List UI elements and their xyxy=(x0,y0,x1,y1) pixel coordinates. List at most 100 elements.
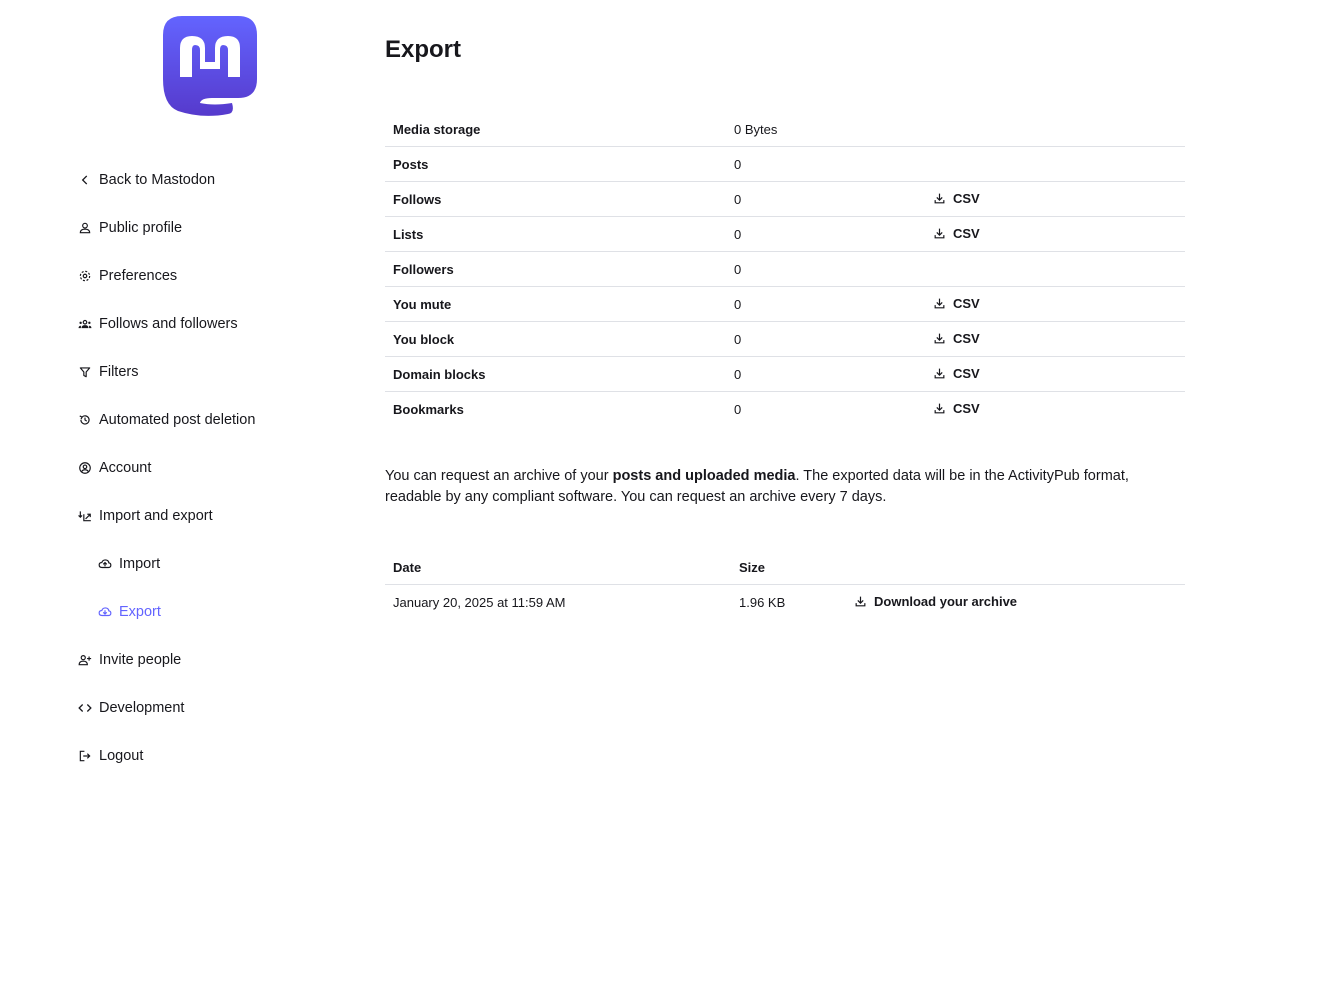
csv-label: CSV xyxy=(953,330,980,346)
archive-row: January 20, 2025 at 11:59 AM 1.96 KB Dow… xyxy=(385,585,1185,620)
nav-import[interactable]: Import xyxy=(96,552,160,576)
download-archive-link[interactable]: Download your archive xyxy=(854,594,1017,609)
csv-label: CSV xyxy=(953,365,980,381)
mastodon-logo[interactable] xyxy=(162,15,258,117)
archive-hint: You can request an archive of your posts… xyxy=(385,466,1185,508)
stats-action-cell xyxy=(925,251,1185,287)
stats-label: Posts xyxy=(385,146,726,182)
csv-label: CSV xyxy=(953,190,980,206)
nav-import-and-export[interactable]: Import and export xyxy=(76,504,213,528)
hint-text-before: You can request an archive of your xyxy=(385,468,613,484)
nav-label: Logout xyxy=(99,748,144,764)
nav-label: Preferences xyxy=(99,268,178,284)
stats-value: 0 xyxy=(726,286,925,322)
stats-label: You block xyxy=(385,321,726,357)
archive-date: January 20, 2025 at 11:59 AM xyxy=(393,594,566,610)
nav-label: Filters xyxy=(99,364,139,380)
csv-label: CSV xyxy=(953,295,980,311)
logout-icon xyxy=(76,747,94,765)
cloud-download-icon xyxy=(96,603,114,621)
nav-label: Public profile xyxy=(99,220,183,236)
csv-label: CSV xyxy=(953,400,980,416)
nav-preferences[interactable]: Preferences xyxy=(76,264,177,288)
nav-label: Development xyxy=(99,700,185,716)
stats-action-cell: CSV xyxy=(925,321,1185,357)
stats-value: 0 xyxy=(726,181,925,217)
stats-label: Media storage xyxy=(385,112,726,147)
nav-logout[interactable]: Logout xyxy=(76,744,143,768)
stats-row: Bookmarks 0 CSV xyxy=(385,392,1185,427)
date-column-header: Date xyxy=(385,550,731,585)
stats-row: You block 0 CSV xyxy=(385,321,1185,357)
stats-row: Follows 0 CSV xyxy=(385,181,1185,217)
export-stats-table: Media storage 0 Bytes Posts 0 Follows 0 CSV Lis… xyxy=(385,112,1185,426)
account-circle-icon xyxy=(76,459,94,477)
page-title: Export xyxy=(385,36,462,63)
nav-filters[interactable]: Filters xyxy=(76,360,138,384)
stats-value: 0 xyxy=(726,251,925,287)
nav-invite-people[interactable]: Invite people xyxy=(76,648,181,672)
stats-row: Posts 0 xyxy=(385,146,1185,182)
stats-label: You mute xyxy=(385,286,726,322)
stats-value: 0 xyxy=(734,401,742,417)
hint-text-bold: posts and uploaded media xyxy=(612,468,796,484)
stats-value: 0 Bytes xyxy=(726,112,925,147)
import-export-icon xyxy=(76,507,94,525)
stats-row: Media storage 0 Bytes xyxy=(385,112,1185,147)
stats-value: 0 xyxy=(726,356,925,392)
nav-label: Invite people xyxy=(99,652,182,668)
nav-automated-post-deletion[interactable]: Automated post deletion xyxy=(76,408,255,432)
download-icon xyxy=(934,193,945,203)
stats-label: Follows xyxy=(385,181,726,217)
stats-action-cell xyxy=(925,146,1185,182)
stats-label: Domain blocks xyxy=(385,356,726,392)
sidebar: Back to Mastodon Public profile Preferen… xyxy=(0,0,380,982)
code-icon xyxy=(76,699,94,717)
stats-value: 0 xyxy=(726,321,925,357)
size-column-header: Size xyxy=(731,550,846,585)
stats-label: Followers xyxy=(385,251,726,287)
nav-export[interactable]: Export xyxy=(96,600,161,624)
stats-value: 0 xyxy=(726,146,925,182)
stats-action-cell: CSV xyxy=(925,216,1185,252)
stats-row: Followers 0 xyxy=(385,251,1185,287)
archive-size: 1.96 KB xyxy=(739,594,786,610)
csv-download-link[interactable]: CSV xyxy=(933,226,980,241)
nav-follows-and-followers[interactable]: Follows and followers xyxy=(76,312,238,336)
nav-account[interactable]: Account xyxy=(76,456,151,480)
nav-public-profile[interactable]: Public profile xyxy=(76,216,182,240)
stats-action-cell xyxy=(925,112,1185,147)
download-icon xyxy=(934,403,945,413)
history-icon xyxy=(76,411,94,429)
csv-download-link[interactable]: CSV xyxy=(933,401,980,416)
stats-row: You mute 0 CSV xyxy=(385,286,1185,322)
csv-download-link[interactable]: CSV xyxy=(933,296,980,311)
download-icon xyxy=(855,596,866,606)
group-icon xyxy=(76,315,94,333)
csv-download-link[interactable]: CSV xyxy=(933,191,980,206)
stats-action-cell: CSV xyxy=(925,286,1185,322)
cloud-upload-icon xyxy=(96,555,114,573)
nav-development[interactable]: Development xyxy=(76,696,184,720)
chevron-left-icon xyxy=(76,171,94,189)
csv-download-link[interactable]: CSV xyxy=(933,331,980,346)
archive-action-cell: Download your archive xyxy=(846,585,1185,620)
person-icon xyxy=(76,219,94,237)
nav-label: Automated post deletion xyxy=(99,412,256,428)
filter-icon xyxy=(76,363,94,381)
stats-action-cell: CSV xyxy=(925,392,1185,427)
stats-action-cell: CSV xyxy=(925,356,1185,392)
archive-table: Date Size January 20, 2025 at 11:59 AM 1… xyxy=(385,550,1185,619)
stats-row: Lists 0 CSV xyxy=(385,216,1185,252)
archive-header-row: Date Size xyxy=(385,550,1185,585)
download-icon xyxy=(934,298,945,308)
action-column-header xyxy=(846,550,1185,585)
stats-value: 0 xyxy=(726,216,925,252)
stats-action-cell: CSV xyxy=(925,181,1185,217)
stats-row: Domain blocks 0 CSV xyxy=(385,356,1185,392)
nav-label: Follows and followers xyxy=(99,316,238,332)
stats-label: Bookmarks xyxy=(393,401,464,417)
nav-back-to-mastodon[interactable]: Back to Mastodon xyxy=(76,168,215,192)
csv-download-link[interactable]: CSV xyxy=(933,366,980,381)
download-icon xyxy=(934,368,945,378)
